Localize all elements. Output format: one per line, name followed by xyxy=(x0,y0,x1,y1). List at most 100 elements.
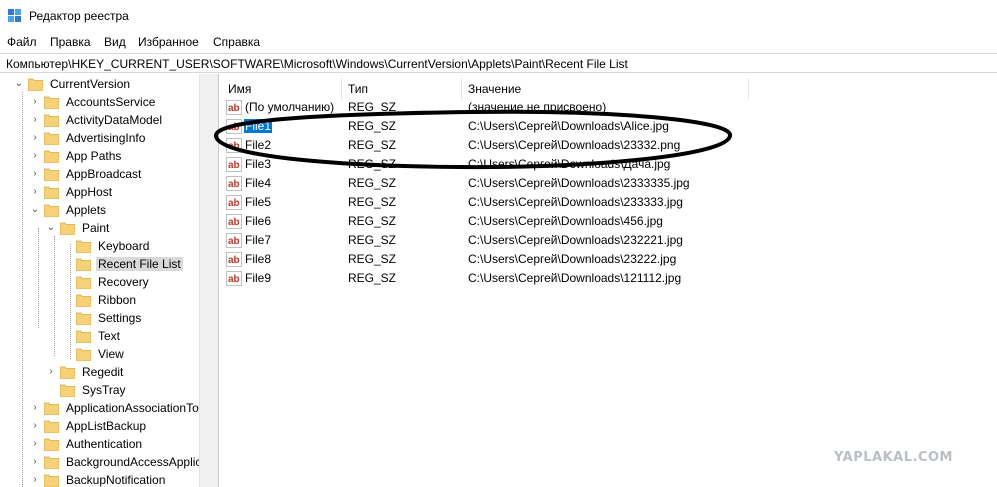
chevron-down-icon[interactable]: ⌄ xyxy=(14,78,24,90)
string-value-icon: ab xyxy=(226,157,242,172)
folder-icon xyxy=(75,239,92,254)
tree-item[interactable]: › BackupNotification xyxy=(30,471,199,487)
registry-tree[interactable]: ⌄ CurrentVersion › AccountsService › Activity… xyxy=(0,74,199,487)
chevron-right-icon[interactable]: › xyxy=(30,438,40,450)
value-name: File1 xyxy=(244,119,273,133)
folder-icon xyxy=(43,167,60,182)
value-type: REG_SZ xyxy=(348,138,397,152)
value-name: File2 xyxy=(245,138,272,152)
chevron-right-icon[interactable]: › xyxy=(30,456,40,468)
svg-text:ab: ab xyxy=(228,198,240,209)
folder-icon xyxy=(59,221,76,236)
folder-icon xyxy=(27,77,44,92)
value-row[interactable]: ab File4 REG_SZ C:\Users\Сергей\Downloads\2… xyxy=(220,174,997,193)
menu-file[interactable]: Файл xyxy=(7,35,37,49)
value-row[interactable]: ab File7 REG_SZ C:\Users\Сергей\Downloads\2… xyxy=(220,231,997,250)
tree-item[interactable]: ⌄ CurrentVersion xyxy=(14,75,199,93)
tree-item[interactable]: Keyboard xyxy=(62,237,199,255)
tree-item[interactable]: Ribbon xyxy=(62,291,199,309)
chevron-right-icon[interactable]: › xyxy=(46,366,56,378)
address-bar[interactable]: Компьютер\HKEY_CURRENT_USER\SOFTWARE\Mic… xyxy=(0,53,997,73)
tree-item-label: AccountsService xyxy=(66,95,156,109)
chevron-right-icon[interactable]: › xyxy=(30,474,40,486)
tree-item[interactable]: › BackgroundAccessApplic xyxy=(30,453,199,471)
menu-help[interactable]: Справка xyxy=(213,35,260,49)
chevron-right-icon[interactable]: › xyxy=(30,96,40,108)
value-row[interactable]: ab File3 REG_SZ C:\Users\Сергей\Downloads\Д… xyxy=(220,155,997,174)
tree-item[interactable]: Text xyxy=(62,327,199,345)
value-data: C:\Users\Сергей\Downloads\233333.jpg xyxy=(468,195,683,209)
tree-item[interactable]: › AppHost xyxy=(30,183,199,201)
tree-item[interactable]: › AppListBackup xyxy=(30,417,199,435)
chevron-down-icon[interactable]: ⌄ xyxy=(30,204,40,216)
tree-item-label: Recent File List xyxy=(96,257,183,271)
value-name: File4 xyxy=(245,176,272,190)
chevron-right-icon[interactable]: › xyxy=(30,150,40,162)
value-row[interactable]: ab (По умолчанию) REG_SZ (значение не присв… xyxy=(220,98,997,117)
address-path[interactable]: Компьютер\HKEY_CURRENT_USER\SOFTWARE\Mic… xyxy=(6,57,628,71)
tree-item[interactable]: Settings xyxy=(62,309,199,327)
tree-item[interactable]: › App Paths xyxy=(30,147,199,165)
tree-item[interactable]: › ActivityDataModel xyxy=(30,111,199,129)
folder-icon xyxy=(75,275,92,290)
tree-item[interactable]: › Regedit xyxy=(46,363,199,381)
watermark: YAPLAKAL.COM xyxy=(834,450,953,465)
folder-icon xyxy=(43,185,60,200)
value-row[interactable]: ab File1 REG_SZ C:\Users\Сергей\Downloads\A… xyxy=(220,117,997,136)
value-row[interactable]: ab File6 REG_SZ C:\Users\Сергей\Downloads\4… xyxy=(220,212,997,231)
tree-item[interactable]: SysTray xyxy=(46,381,199,399)
tree-item[interactable]: View xyxy=(62,345,199,363)
tree-item-label: AppBroadcast xyxy=(66,167,142,181)
svg-text:ab: ab xyxy=(228,236,240,247)
svg-text:ab: ab xyxy=(228,103,240,114)
values-list[interactable]: Имя Тип Значение ab (По умолчанию) REG_SZ(… xyxy=(220,74,997,487)
value-name: File6 xyxy=(245,214,272,228)
value-name: (По умолчанию) xyxy=(245,100,335,114)
string-value-icon: ab xyxy=(226,271,242,286)
chevron-right-icon[interactable]: › xyxy=(30,168,40,180)
svg-text:ab: ab xyxy=(228,122,240,133)
tree-item-label: ApplicationAssociationTo xyxy=(66,401,199,415)
column-divider[interactable] xyxy=(748,78,749,100)
folder-icon xyxy=(59,365,76,380)
chevron-right-icon[interactable]: › xyxy=(30,402,40,414)
tree-item-label: Text xyxy=(98,329,121,343)
folder-icon xyxy=(43,149,60,164)
tree-item[interactable]: › ApplicationAssociationTo xyxy=(30,399,199,417)
tree-item[interactable]: › AccountsService xyxy=(30,93,199,111)
menu-view[interactable]: Вид xyxy=(104,35,126,49)
tree-item[interactable]: Recovery xyxy=(62,273,199,291)
chevron-right-icon[interactable]: › xyxy=(30,420,40,432)
menu-favorites[interactable]: Избранное xyxy=(138,35,199,49)
value-row[interactable]: ab File8 REG_SZ C:\Users\Сергей\Downloads\2… xyxy=(220,250,997,269)
tree-item-label: AppListBackup xyxy=(66,419,147,433)
value-data: C:\Users\Сергей\Downloads\232221.jpg xyxy=(468,233,683,247)
tree-item-label: ActivityDataModel xyxy=(66,113,163,127)
menu-edit[interactable]: Правка xyxy=(50,35,91,49)
chevron-down-icon[interactable]: ⌄ xyxy=(46,222,56,234)
tree-item[interactable]: › AppBroadcast xyxy=(30,165,199,183)
tree-guide-line xyxy=(22,92,23,487)
chevron-right-icon[interactable]: › xyxy=(30,114,40,126)
chevron-right-icon[interactable]: › xyxy=(30,132,40,144)
value-row[interactable]: ab File9 REG_SZ C:\Users\Сергей\Downloads\1… xyxy=(220,269,997,288)
value-row[interactable]: ab File2 REG_SZ C:\Users\Сергей\Downloads\2… xyxy=(220,136,997,155)
tree-item[interactable]: › AdvertisingInfo xyxy=(30,129,199,147)
value-row[interactable]: ab File5 REG_SZ C:\Users\Сергей\Downloads\2… xyxy=(220,193,997,212)
chevron-right-icon[interactable]: › xyxy=(30,186,40,198)
string-value-icon: ab xyxy=(226,119,242,134)
folder-icon xyxy=(43,131,60,146)
column-divider[interactable] xyxy=(461,78,462,100)
regedit-icon xyxy=(8,9,21,22)
tree-item[interactable]: › Authentication xyxy=(30,435,199,453)
folder-icon xyxy=(75,347,92,362)
tree-item[interactable]: Recent File List xyxy=(62,255,199,273)
column-divider[interactable] xyxy=(341,78,342,100)
tree-item-label: View xyxy=(98,347,124,361)
value-data: C:\Users\Сергей\Downloads\23332.png xyxy=(468,138,681,152)
value-name: File5 xyxy=(245,195,272,209)
pane-splitter[interactable] xyxy=(199,74,219,487)
tree-item-label: AdvertisingInfo xyxy=(66,131,146,145)
tree-item[interactable]: ⌄ Applets xyxy=(30,201,199,219)
tree-item[interactable]: ⌄ Paint xyxy=(46,219,199,237)
